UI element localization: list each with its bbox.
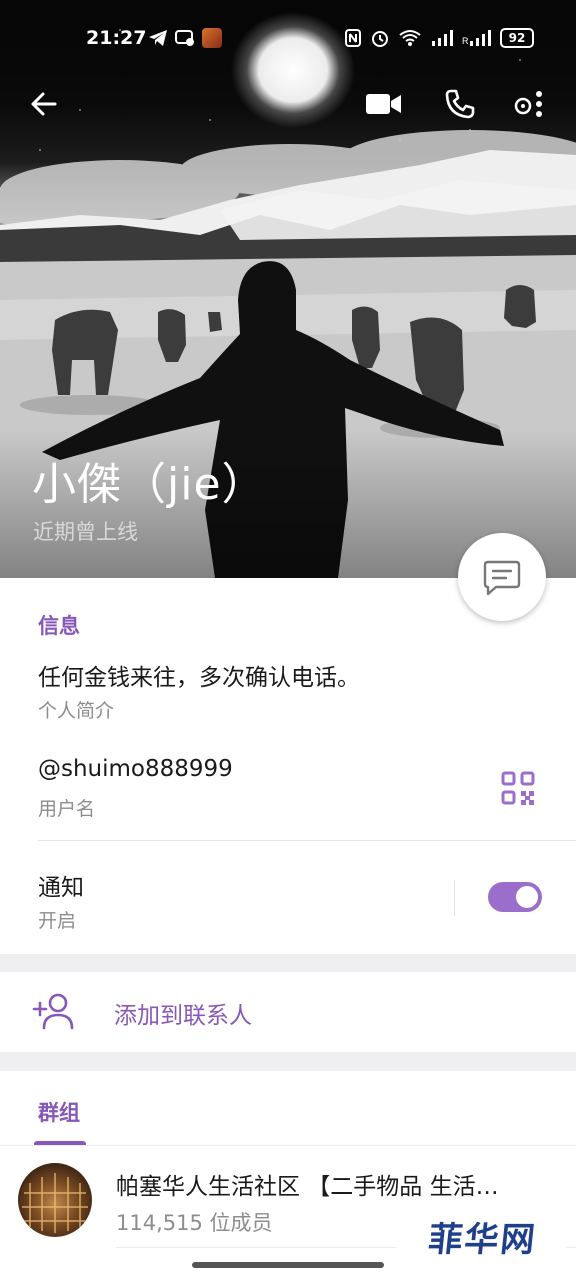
bio-label: 个人简介 [38, 700, 115, 722]
group-avatar-image [22, 1173, 88, 1233]
username-label: 用户名 [38, 798, 96, 820]
signal-icon-1 [432, 30, 453, 46]
group-avatar [18, 1163, 92, 1237]
battery-indicator: 92 [500, 28, 534, 48]
bio-value: 任何金钱来往，多次确认电话。 [38, 665, 360, 691]
battery-level: 92 [508, 31, 526, 45]
svg-text:R: R [462, 36, 469, 46]
status-notification-icons [148, 28, 222, 48]
alarm-icon [372, 31, 388, 47]
nfc-icon [345, 29, 361, 47]
tabs-divider [0, 1145, 576, 1146]
notifications-state: 开启 [38, 910, 77, 932]
watermark-text: 菲华网 [426, 1219, 539, 1260]
info-divider [38, 840, 576, 841]
profile-name: 小傑（jie） [32, 459, 267, 510]
group-member-count: 114,515 位成员 [116, 1211, 273, 1235]
notifications-title: 通知 [38, 875, 84, 901]
message-icon [483, 560, 521, 596]
phone-icon [445, 89, 475, 119]
toggle-knob [514, 884, 540, 910]
video-call-icon [366, 94, 401, 114]
qr-code-icon [501, 771, 535, 805]
game-app-icon [202, 28, 222, 48]
wifi-icon [399, 30, 421, 46]
status-bar: 21:27 R 92 [0, 0, 576, 78]
info-section-title: 信息 [38, 614, 80, 638]
chat-notification-icon [175, 30, 194, 46]
profile-screen: 21:27 R 92 小傑（jie） 近期曾上线 信息 任何金钱来往，多次确认电… [0, 0, 576, 1280]
profile-header-image: 21:27 R 92 小傑（jie） 近期曾上线 [0, 0, 576, 578]
add-user-icon [32, 993, 74, 1030]
group-name: 帕塞华人生活社区 【二手物品 生活… [116, 1174, 499, 1200]
telegram-icon [149, 30, 167, 46]
home-indicator[interactable] [192, 1262, 384, 1268]
qr-code-button[interactable] [500, 770, 536, 806]
info-section: 信息 任何金钱来往，多次确认电话。 个人简介 @shuimo888999 用户名 [0, 578, 576, 954]
more-options-button[interactable] [508, 84, 548, 124]
site-watermark: 菲华网 [394, 1203, 572, 1269]
video-call-button[interactable] [364, 84, 404, 124]
signal-roaming-icon: R [462, 30, 491, 46]
send-message-button[interactable] [458, 533, 546, 621]
add-contact-row[interactable]: 添加到联系人 [0, 972, 576, 1052]
back-button[interactable] [24, 84, 64, 124]
tab-groups[interactable]: 群组 [38, 1097, 80, 1127]
arrow-left-icon [31, 92, 57, 116]
notifications-toggle[interactable] [488, 882, 542, 912]
status-system-icons: R 92 [344, 28, 534, 48]
toggle-separator [454, 880, 455, 916]
username-value: @shuimo888999 [38, 756, 233, 782]
status-time: 21:27 [86, 27, 147, 49]
more-vertical-icon [514, 91, 542, 117]
profile-last-seen: 近期曾上线 [33, 520, 138, 544]
add-contact-label: 添加到联系人 [114, 1003, 252, 1029]
voice-call-button[interactable] [440, 84, 480, 124]
